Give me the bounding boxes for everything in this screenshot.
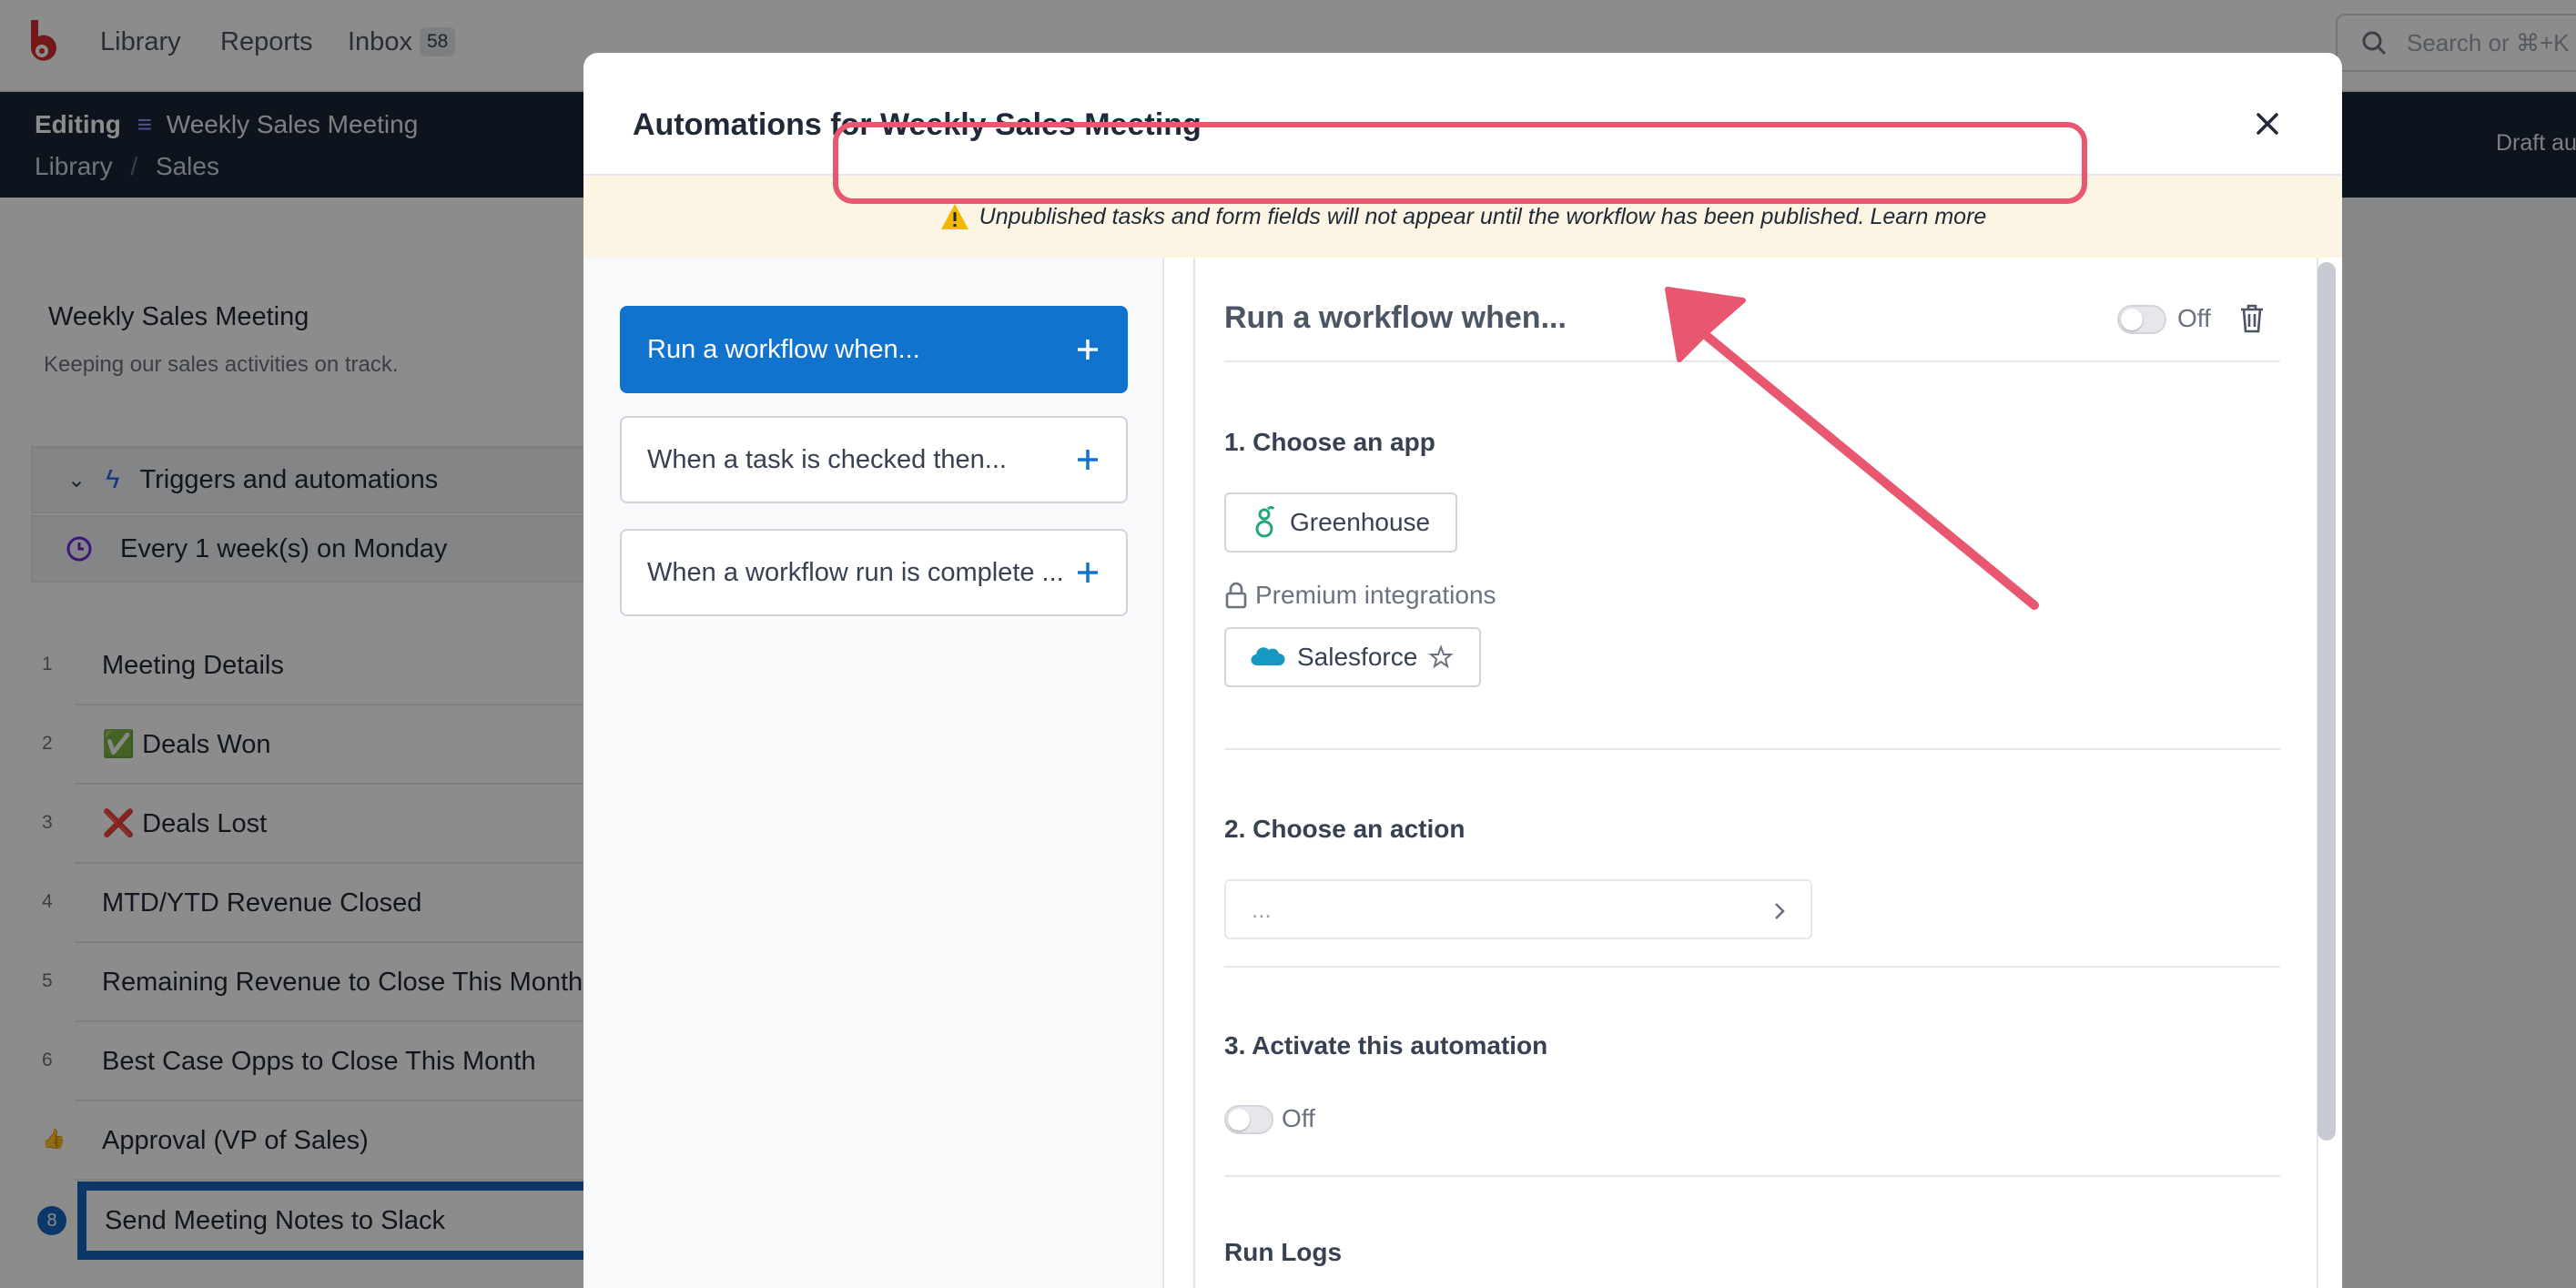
divider (1224, 360, 2280, 362)
greenhouse-app-button[interactable]: Greenhouse (1224, 492, 1458, 553)
divider (1224, 748, 2280, 750)
action-select[interactable]: ... (1224, 879, 1812, 939)
divider (1224, 1175, 2280, 1177)
chevron-right-icon (1775, 903, 1785, 919)
rule-toggle-label: Off (2177, 304, 2211, 332)
modal-title: Automations for Weekly Sales Meeting (633, 107, 1202, 142)
divider (1224, 966, 2280, 968)
scrollbar[interactable] (2317, 262, 2336, 1141)
plus-icon[interactable] (1075, 447, 1100, 472)
greenhouse-label: Greenhouse (1290, 508, 1431, 536)
premium-integrations: Premium integrations (1224, 581, 1496, 610)
activate-toggle[interactable] (1224, 1105, 1273, 1134)
salesforce-icon (1251, 647, 1285, 666)
rule-label: Run a workflow when... (647, 334, 920, 364)
warning-text: Unpublished tasks and form fields will n… (979, 203, 1865, 229)
salesforce-label: Salesforce (1297, 643, 1418, 671)
star-icon[interactable] (1428, 644, 1455, 670)
rule-label: When a workflow run is complete ... (647, 557, 1064, 587)
warning-icon (940, 204, 969, 229)
rule-editor (1193, 258, 2318, 1288)
learn-more-link[interactable]: Learn more (1870, 204, 1986, 230)
unpublished-warning: Unpublished tasks and form fields will n… (583, 176, 2342, 258)
trash-icon[interactable] (2238, 303, 2266, 334)
run-logs-heading: Run Logs (1224, 1238, 1343, 1266)
lock-icon (1225, 582, 1247, 609)
plus-icon[interactable] (1075, 560, 1100, 585)
step-choose-action: 2. Choose an action (1224, 815, 1465, 843)
rule-run-workflow-when[interactable]: Run a workflow when... (620, 306, 1128, 393)
modal-header: Automations for Weekly Sales Meeting (583, 53, 2342, 176)
step-choose-app: 1. Choose an app (1224, 428, 1435, 456)
close-icon[interactable] (2249, 106, 2286, 142)
rule-enabled-toggle[interactable] (2117, 305, 2166, 334)
rules-list (583, 258, 1164, 1288)
rule-task-checked[interactable]: When a task is checked then... (620, 416, 1128, 503)
action-placeholder: ... (1252, 895, 1272, 923)
step-activate: 3. Activate this automation (1224, 1031, 1548, 1060)
plus-icon[interactable] (1075, 337, 1100, 362)
panel-title: Run a workflow when... (1224, 300, 1567, 335)
premium-label: Premium integrations (1255, 581, 1496, 609)
salesforce-app-button[interactable]: Salesforce (1224, 627, 1482, 687)
rule-run-complete[interactable]: When a workflow run is complete ... (620, 529, 1128, 616)
rule-label: When a task is checked then... (647, 444, 1007, 474)
greenhouse-icon (1255, 506, 1275, 538)
activate-toggle-label: Off (1282, 1104, 1315, 1132)
